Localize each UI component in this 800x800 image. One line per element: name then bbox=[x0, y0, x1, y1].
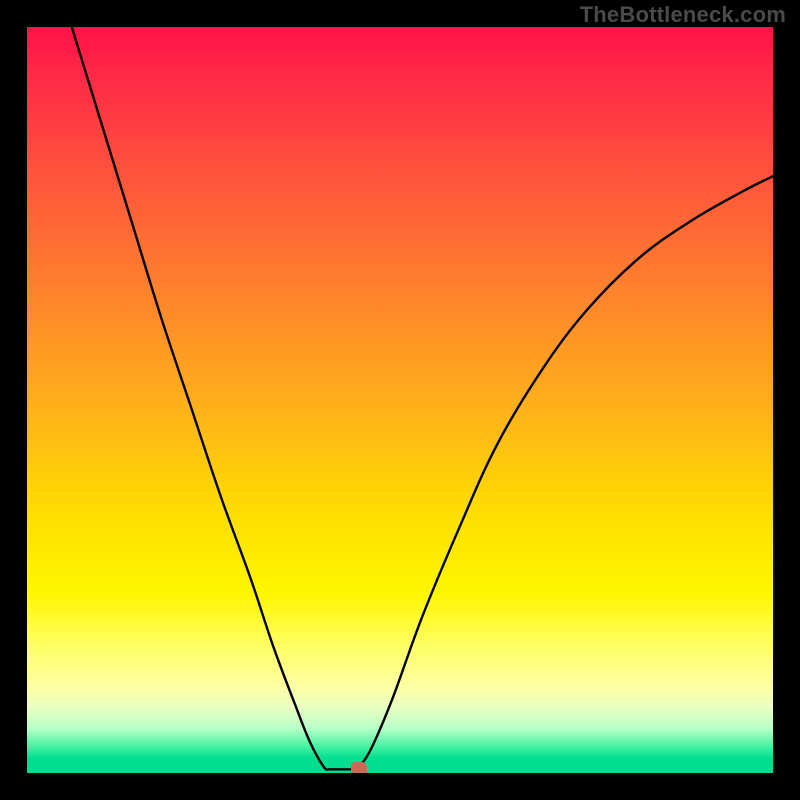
optimum-marker bbox=[351, 762, 367, 773]
watermark-text: TheBottleneck.com bbox=[580, 2, 786, 28]
plot-area bbox=[27, 27, 773, 773]
curve-layer bbox=[27, 27, 773, 773]
bottleneck-curve bbox=[72, 27, 773, 770]
chart-frame: TheBottleneck.com bbox=[0, 0, 800, 800]
